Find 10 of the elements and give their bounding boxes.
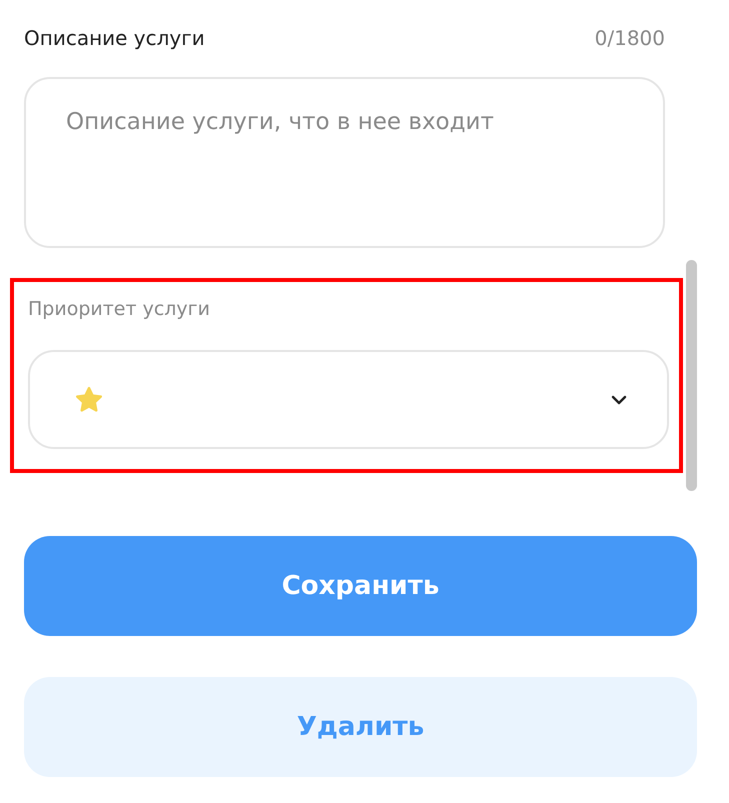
star-icon xyxy=(74,384,104,414)
description-field[interactable]: Описание услуги, что в нее входит xyxy=(24,77,665,248)
chevron-down-icon xyxy=(611,394,627,404)
save-button[interactable]: Сохранить xyxy=(24,536,697,636)
delete-button[interactable]: Удалить xyxy=(24,677,697,777)
character-counter: 0/1800 xyxy=(594,26,665,50)
field-label: Описание услуги xyxy=(24,26,205,50)
field-label: Приоритет услуги xyxy=(28,297,212,322)
priority-select[interactable] xyxy=(28,350,669,449)
scrollbar-thumb[interactable] xyxy=(686,260,697,491)
